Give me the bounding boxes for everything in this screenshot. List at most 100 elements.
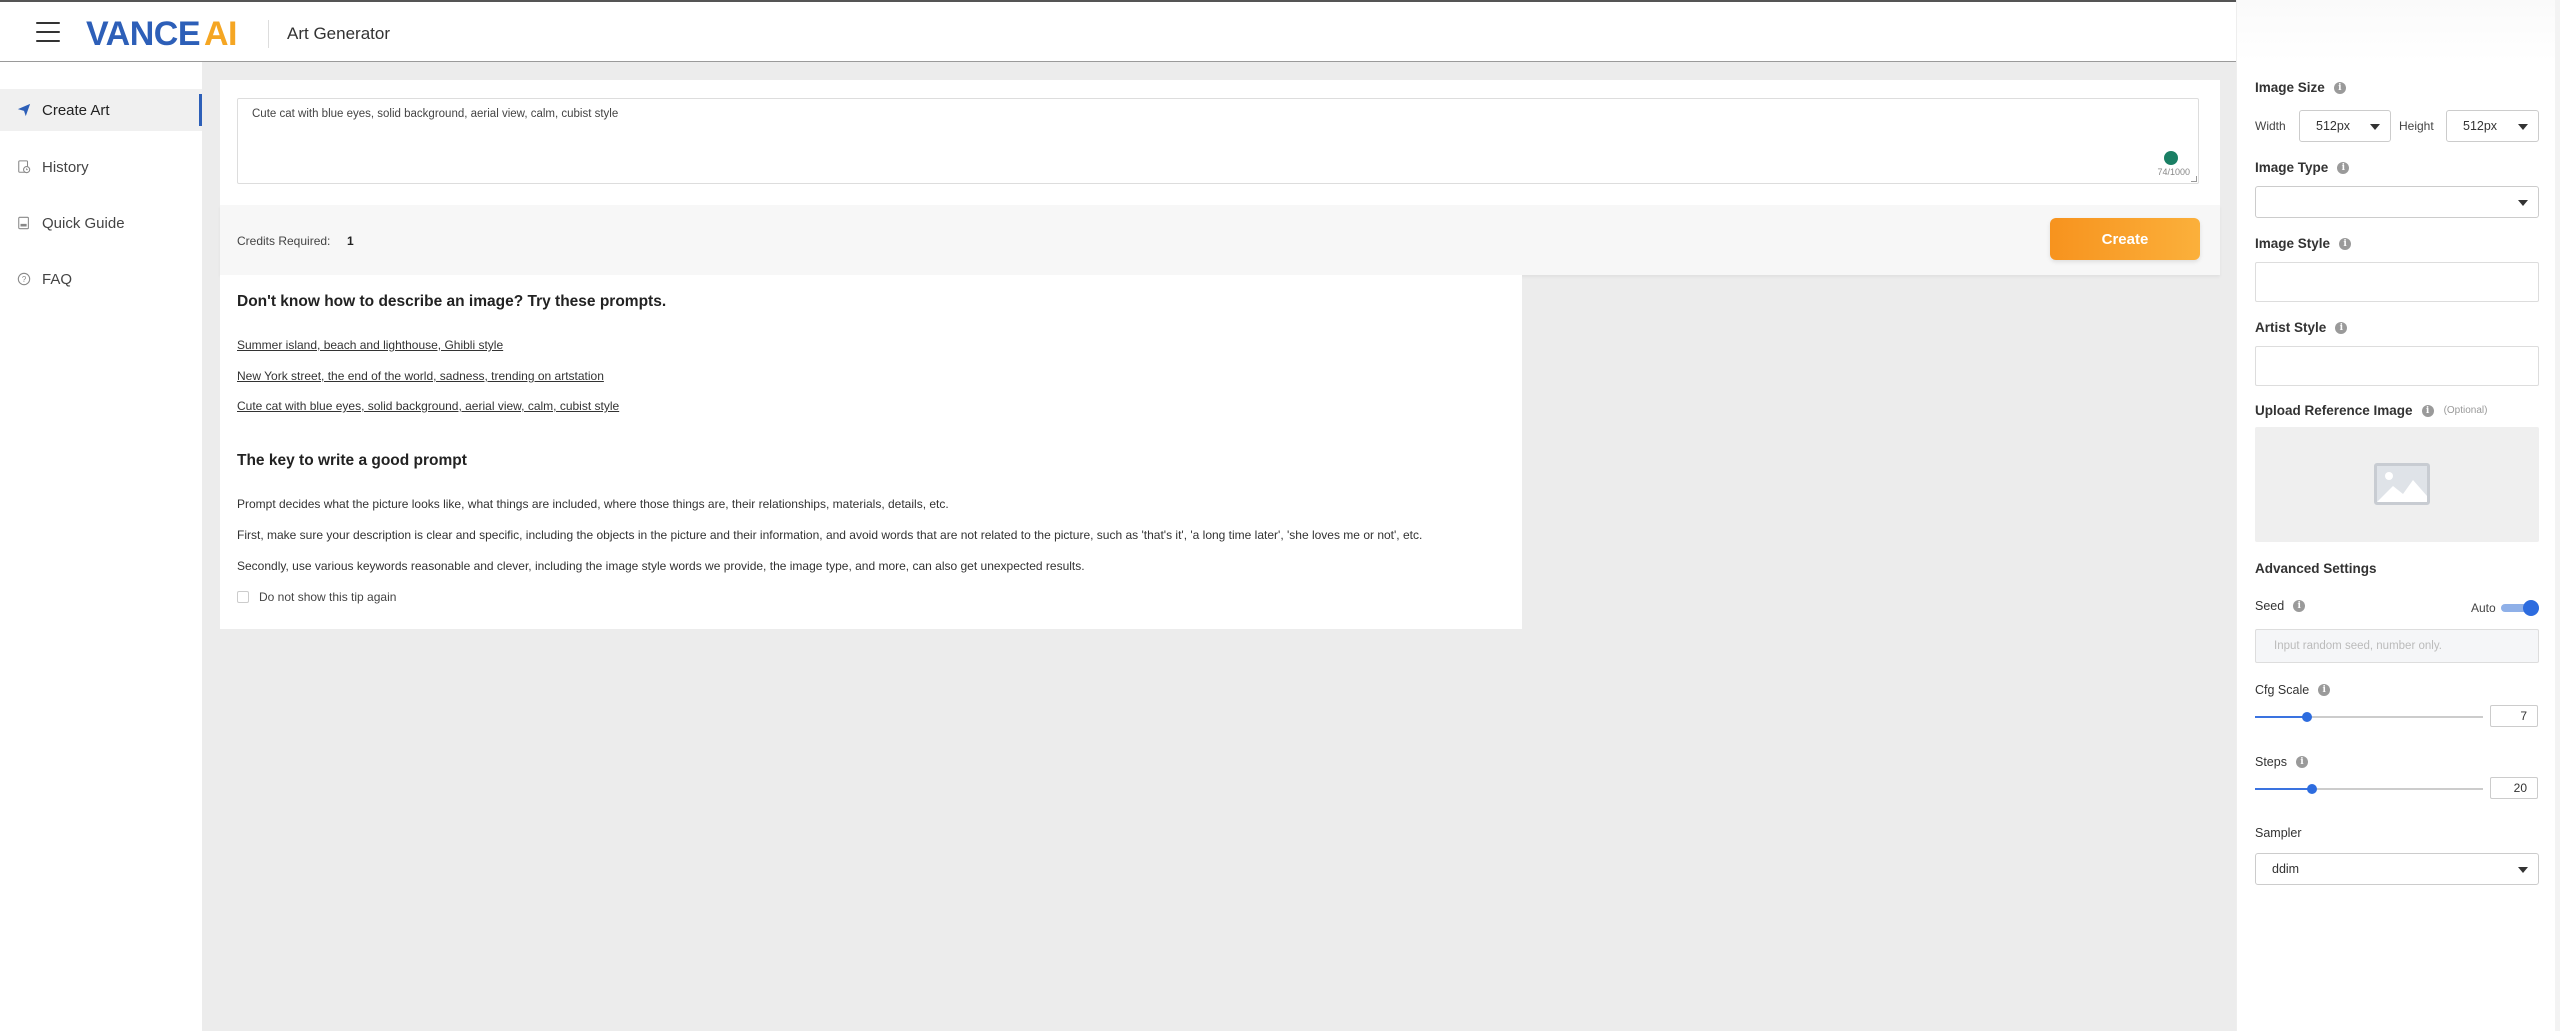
sidebar-item-label: Create Art	[42, 101, 110, 119]
main-content: Cute cat with blue eyes, solid backgroun…	[202, 62, 2236, 1031]
sidebar-item-create-art[interactable]: Create Art	[0, 89, 202, 131]
dont-show-label: Do not show this tip again	[259, 590, 397, 604]
tip-paragraph: Secondly, use various keywords reasonabl…	[237, 559, 1085, 573]
sidebar-item-faq[interactable]: ? FAQ	[0, 258, 202, 300]
history-icon	[16, 159, 32, 175]
tip-paragraph: First, make sure your description is cle…	[237, 528, 1423, 542]
upload-ref-text: Upload Reference Image	[2255, 403, 2413, 418]
question-icon: ?	[16, 271, 32, 287]
dont-show-tip-row: Do not show this tip again	[237, 590, 396, 604]
slider-thumb[interactable]	[2307, 784, 2317, 794]
seed-input[interactable]: Input random seed, number only.	[2255, 629, 2539, 663]
info-icon[interactable]: i	[2295, 756, 2308, 768]
advanced-settings-heading: Advanced Settings	[2255, 561, 2377, 576]
app-root: VANCE AI Art Generator Create Art History…	[0, 0, 2560, 1031]
tip-paragraph: Prompt decides what the picture looks li…	[237, 497, 949, 511]
header-divider	[268, 20, 269, 48]
sampler-label: Sampler	[2255, 826, 2302, 840]
toggle-knob	[2523, 600, 2539, 616]
info-icon[interactable]: i	[2339, 237, 2352, 250]
create-button[interactable]: Create	[2050, 218, 2200, 260]
image-style-text: Image Style	[2255, 236, 2331, 251]
resize-handle-icon[interactable]	[2191, 176, 2197, 182]
cfg-scale-slider[interactable]	[2255, 711, 2483, 723]
left-sidebar: Create Art History Quick Guide ? FAQ	[0, 62, 202, 1031]
chevron-down-icon	[2370, 124, 2380, 130]
width-value: 512px	[2316, 119, 2351, 133]
image-type-label: Image Type i	[2255, 160, 2350, 175]
brand-logo[interactable]: VANCE AI	[86, 15, 238, 54]
info-icon[interactable]: i	[2333, 81, 2346, 94]
seed-text: Seed	[2255, 599, 2285, 613]
image-style-input[interactable]	[2255, 262, 2539, 302]
cfg-scale-label: Cfg Scale i	[2255, 683, 2331, 697]
steps-label: Steps i	[2255, 755, 2308, 769]
steps-slider[interactable]	[2255, 783, 2483, 795]
tips-heading: Don't know how to describe an image? Try…	[237, 293, 667, 310]
sampler-select[interactable]: ddim	[2255, 853, 2539, 885]
chevron-down-icon	[2518, 200, 2528, 206]
chevron-down-icon	[2518, 124, 2528, 130]
image-size-text: Image Size	[2255, 80, 2325, 95]
grammarly-icon[interactable]	[2164, 151, 2178, 165]
image-size-label: Image Size i	[2255, 80, 2346, 95]
steps-input[interactable]: 20	[2490, 777, 2538, 799]
width-select[interactable]: 512px	[2299, 110, 2391, 142]
info-icon[interactable]: i	[2421, 404, 2434, 417]
credits-bar: Credits Required: 1 Create	[220, 205, 2220, 275]
slider-thumb[interactable]	[2302, 712, 2313, 722]
sidebar-item-quick-guide[interactable]: Quick Guide	[0, 202, 202, 244]
panel-top	[2237, 0, 2560, 62]
prompt-textarea[interactable]: Cute cat with blue eyes, solid backgroun…	[237, 98, 2199, 184]
slider-fill	[2255, 716, 2308, 718]
image-style-label: Image Style i	[2255, 236, 2352, 251]
svg-text:?: ?	[22, 275, 27, 284]
sidebar-item-label: FAQ	[42, 270, 73, 288]
cfg-scale-input[interactable]: 7	[2490, 705, 2538, 727]
chevron-down-icon	[2518, 867, 2528, 873]
auto-label: Auto	[2471, 601, 2496, 615]
width-label: Width	[2255, 119, 2286, 133]
auto-seed-toggle[interactable]	[2501, 600, 2539, 616]
sidebar-item-history[interactable]: History	[0, 146, 202, 188]
slider-fill	[2255, 788, 2312, 790]
prompt-text: Cute cat with blue eyes, solid backgroun…	[252, 108, 619, 120]
scrollbar-track[interactable]	[2555, 0, 2560, 1031]
sidebar-item-label: History	[42, 158, 89, 176]
artist-style-text: Artist Style	[2255, 320, 2327, 335]
settings-panel: Image Size i Width 512px Height 512px Ima…	[2236, 0, 2560, 1031]
page-title: Art Generator	[287, 24, 390, 43]
info-icon[interactable]: i	[2318, 684, 2331, 696]
credits-value: 1	[347, 234, 354, 248]
credits-label: Credits Required:	[237, 234, 331, 248]
upload-reference-dropzone[interactable]	[2255, 427, 2539, 542]
cfg-scale-text: Cfg Scale	[2255, 683, 2310, 697]
info-icon[interactable]: i	[2337, 161, 2350, 174]
example-prompt-link[interactable]: Cute cat with blue eyes, solid backgroun…	[237, 399, 619, 413]
example-prompt-link[interactable]: Summer island, beach and lighthouse, Ghi…	[237, 338, 503, 352]
height-value: 512px	[2463, 119, 2498, 133]
logo-accent-text: AI	[204, 15, 238, 53]
top-header: VANCE AI Art Generator	[0, 0, 2236, 62]
artist-style-input[interactable]	[2255, 346, 2539, 386]
sidebar-item-label: Quick Guide	[42, 214, 125, 232]
height-select[interactable]: 512px	[2446, 110, 2539, 142]
example-prompt-link[interactable]: New York street, the end of the world, s…	[237, 369, 604, 383]
info-icon[interactable]: i	[2335, 321, 2348, 334]
paper-plane-icon	[16, 102, 32, 118]
info-icon[interactable]: i	[2293, 600, 2306, 612]
logo-text: VANCE	[86, 15, 201, 53]
sampler-value: ddim	[2272, 862, 2300, 876]
image-placeholder-icon	[2374, 463, 2430, 505]
steps-text: Steps	[2255, 755, 2287, 769]
image-type-text: Image Type	[2255, 160, 2329, 175]
tips-heading-key: The key to write a good prompt	[237, 452, 467, 469]
hamburger-menu-icon[interactable]	[36, 22, 60, 42]
dont-show-checkbox[interactable]	[237, 591, 249, 603]
artist-style-label: Artist Style i	[2255, 320, 2348, 335]
seed-label: Seed i	[2255, 599, 2306, 613]
book-icon	[16, 215, 32, 231]
upload-ref-label: Upload Reference Image i (Optional)	[2255, 403, 2487, 418]
prompt-card: Cute cat with blue eyes, solid backgroun…	[220, 80, 2220, 205]
image-type-select[interactable]	[2255, 186, 2539, 218]
